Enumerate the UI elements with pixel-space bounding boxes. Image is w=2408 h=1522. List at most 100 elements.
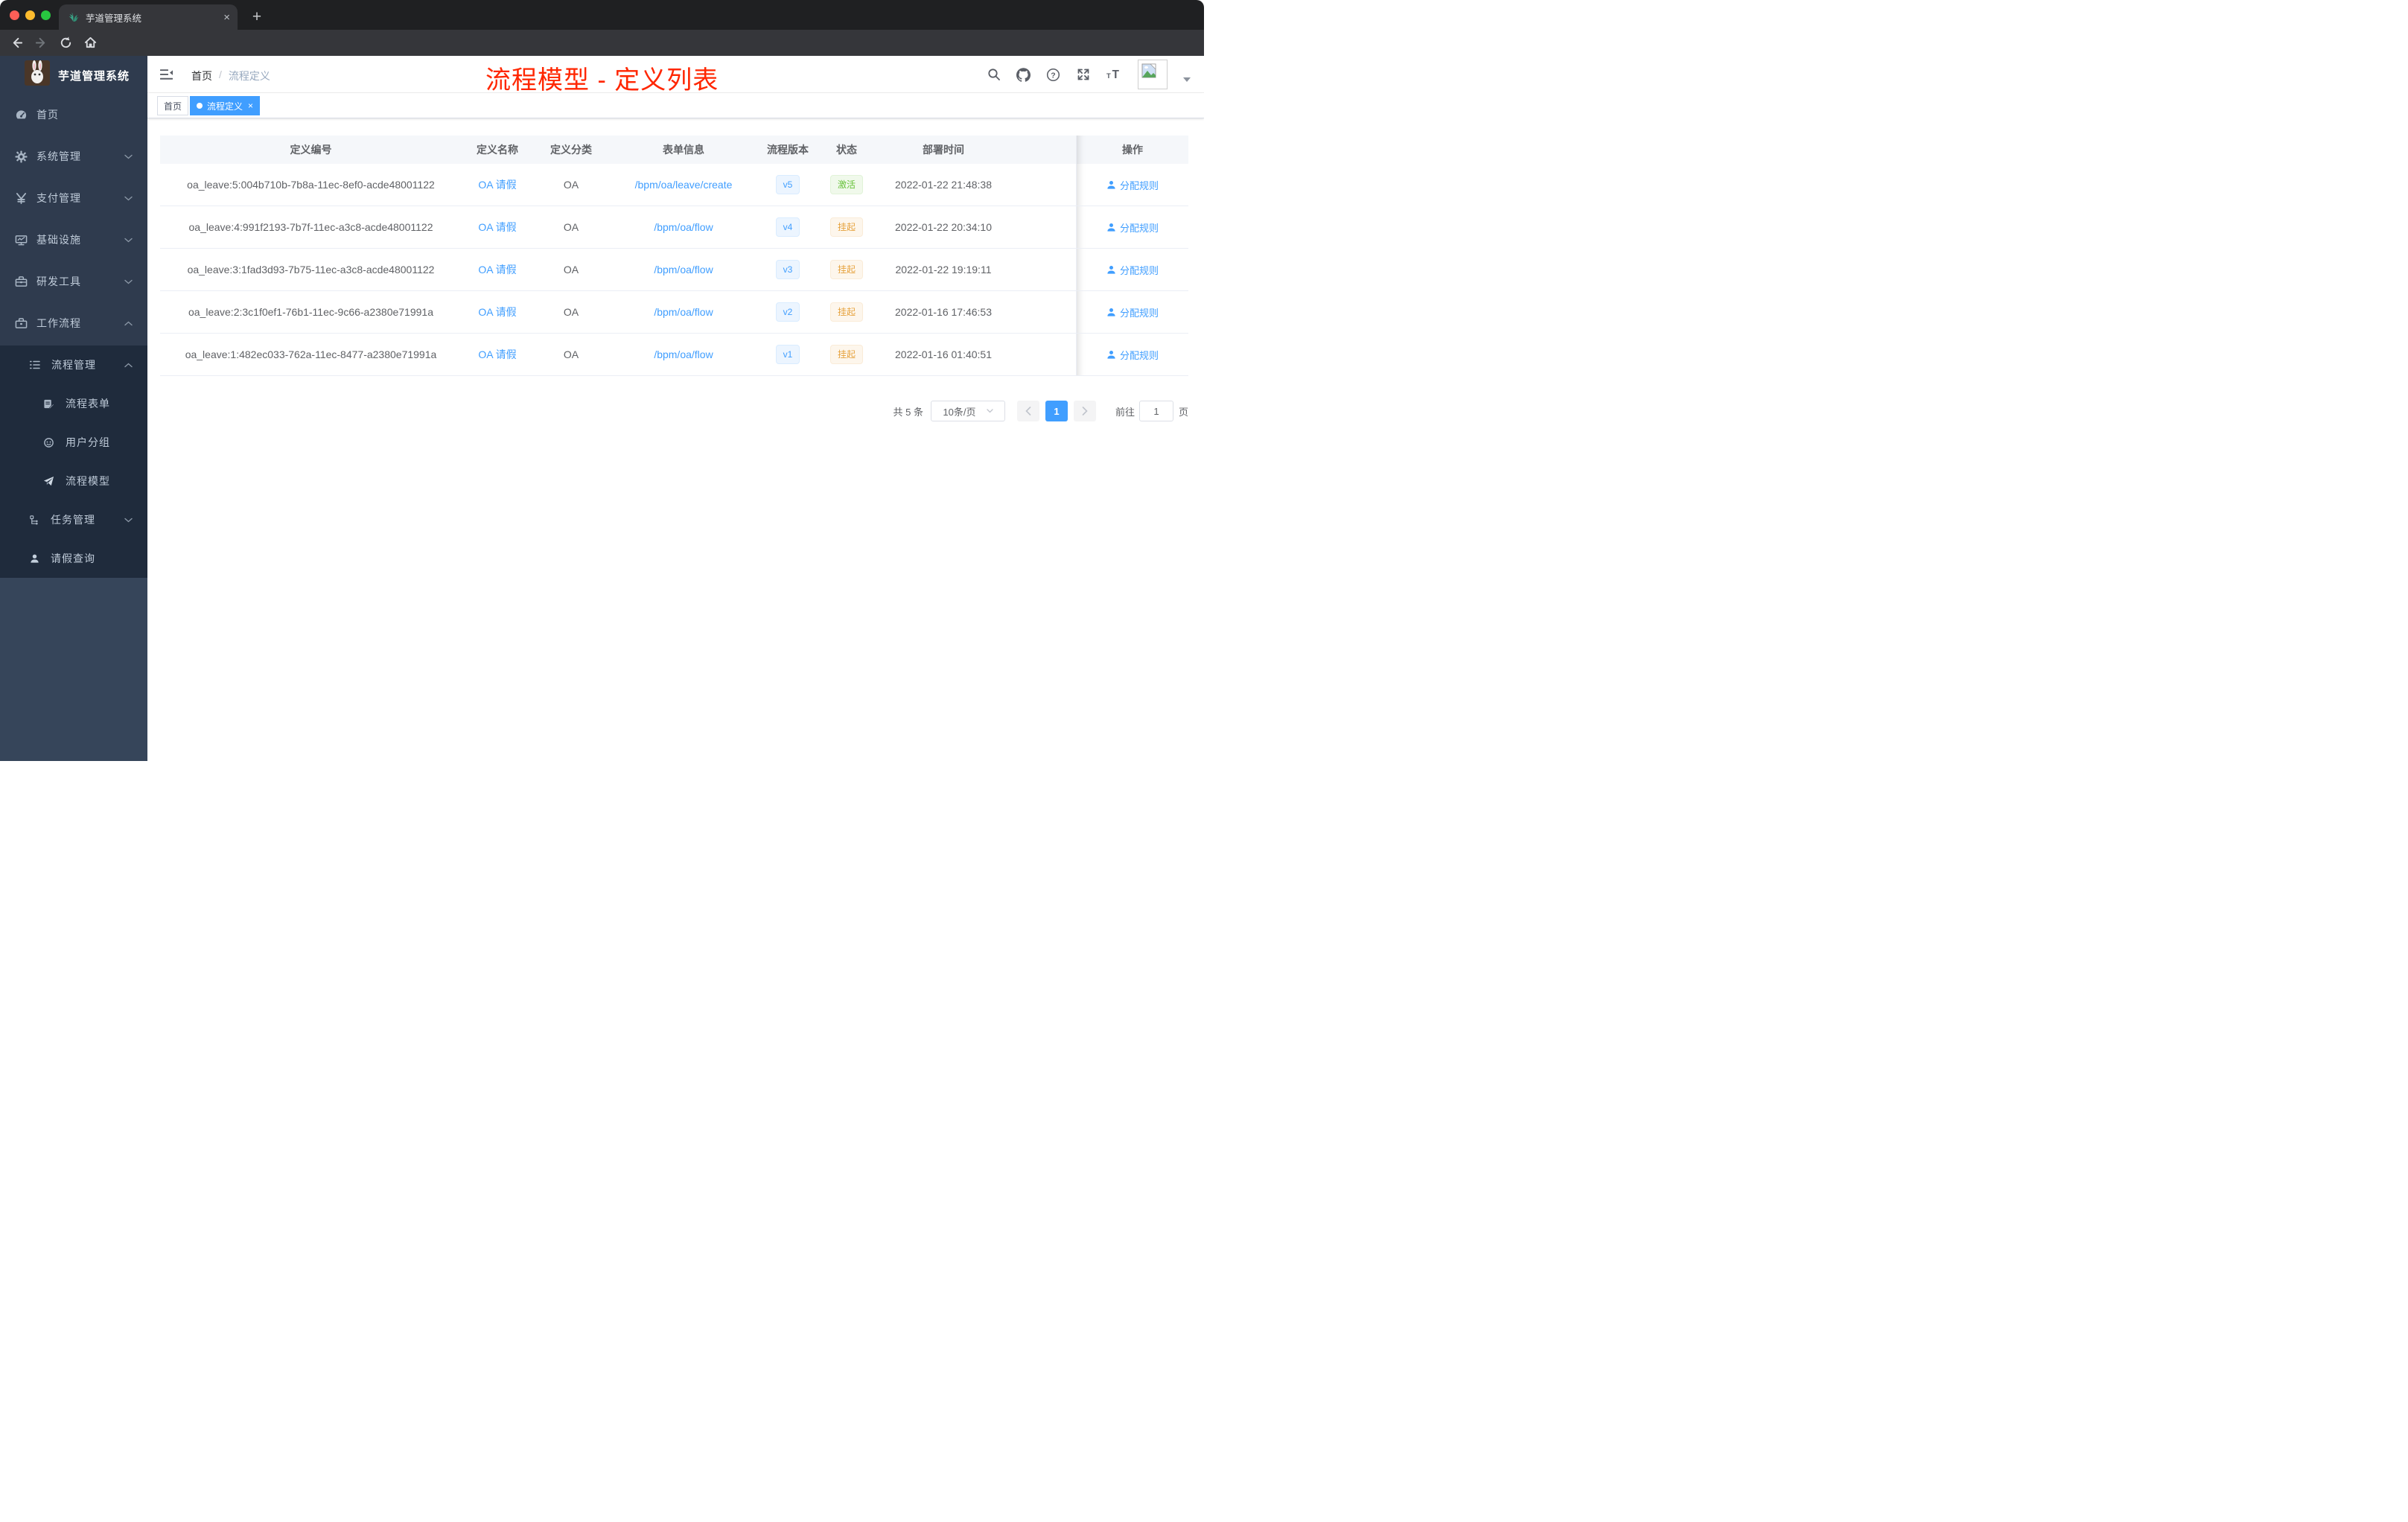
github-icon[interactable]	[1016, 67, 1031, 82]
avatar[interactable]	[1138, 60, 1168, 89]
goto-label: 前往	[1115, 406, 1135, 418]
definition-name-link[interactable]: OA 请假	[478, 347, 516, 362]
app-title: 芋道管理系统	[58, 70, 130, 83]
version-tag: v1	[775, 345, 800, 364]
table-row: oa_leave:4:991f2193-7b7f-11ec-a3c8-acde4…	[160, 206, 1188, 249]
table-header-row: 定义编号 定义名称 定义分类 表单信息 流程版本 状态 部署时间 操作	[160, 136, 1188, 164]
form-link[interactable]: /bpm/oa/flow	[654, 348, 713, 360]
sidebar-item-process-mgmt[interactable]: 流程管理	[0, 346, 147, 384]
minimize-window-button[interactable]	[25, 10, 35, 20]
col-definition-category: 定义分类	[550, 144, 592, 156]
assign-rule-link[interactable]: 分配规则	[1106, 220, 1159, 235]
prev-page-button[interactable]	[1016, 401, 1039, 421]
definition-category: OA	[563, 221, 579, 233]
definition-id: oa_leave:2:3c1f0ef1-76b1-11ec-9c66-a2380…	[188, 306, 433, 318]
deploy-time: 2022-01-16 01:40:51	[895, 348, 992, 360]
page-content: 定义编号 定义名称 定义分类 表单信息 流程版本 状态 部署时间 操作 oa_l…	[147, 118, 1204, 761]
hamburger-icon[interactable]	[160, 69, 173, 80]
table-row: oa_leave:3:1fad3d93-7b75-11ec-a3c8-acde4…	[160, 249, 1188, 291]
sidebar-item-process-form[interactable]: 流程表单	[0, 384, 147, 423]
sidebar-item-workflow[interactable]: 工作流程	[0, 302, 147, 344]
tab-close-icon[interactable]: ×	[223, 12, 230, 23]
sidebar-item-process-model[interactable]: 流程模型	[0, 462, 147, 500]
breadcrumb-current: 流程定义	[228, 70, 270, 82]
total-count: 共 5 条	[893, 406, 923, 418]
col-status: 状态	[836, 144, 857, 156]
definition-name-link[interactable]: OA 请假	[478, 177, 516, 192]
page-unit-label: 页	[1178, 406, 1188, 418]
search-icon[interactable]	[987, 68, 1001, 81]
definition-name-link[interactable]: OA 请假	[478, 220, 516, 235]
tag-close-icon[interactable]: ×	[248, 101, 253, 110]
definition-table: 定义编号 定义名称 定义分类 表单信息 流程版本 状态 部署时间 操作 oa_l…	[160, 136, 1188, 376]
paper-plane-icon	[43, 476, 54, 487]
assign-rule-link[interactable]: 分配规则	[1106, 178, 1159, 192]
status-badge: 挂起	[829, 217, 863, 237]
form-link[interactable]: /bpm/oa/flow	[654, 221, 713, 233]
favicon-plant-icon	[68, 12, 79, 23]
zoom-window-button[interactable]	[41, 10, 51, 20]
chevron-down-icon	[124, 279, 133, 284]
toolbox-icon	[15, 276, 28, 288]
browser-toolbar: 不安全 dashboard.yudao.iocoder.cn/bpm/manag…	[0, 30, 1204, 83]
status-badge: 激活	[829, 175, 863, 194]
table-row: oa_leave:1:482ec033-762a-11ec-8477-a2380…	[160, 334, 1188, 376]
page-size-select[interactable]: 10条/页	[930, 401, 1005, 421]
col-deploy-time: 部署时间	[923, 144, 964, 156]
back-icon[interactable]	[10, 36, 24, 50]
sidebar-item-leave-query[interactable]: 请假查询	[0, 539, 147, 578]
forward-icon[interactable]	[34, 36, 48, 50]
assign-rule-link[interactable]: 分配规则	[1106, 305, 1159, 319]
sidebar-logo[interactable]: 芋道管理系统	[0, 56, 147, 94]
assign-rule-link[interactable]: 分配规则	[1106, 263, 1159, 277]
sidebar-item-task-mgmt[interactable]: 任务管理	[0, 500, 147, 539]
definition-name-link[interactable]: OA 请假	[478, 305, 516, 319]
sidebar-item-system[interactable]: 系统管理	[0, 136, 147, 177]
form-link[interactable]: /bpm/oa/leave/create	[635, 179, 733, 191]
definition-category: OA	[563, 306, 579, 318]
deploy-time: 2022-01-22 21:48:38	[895, 179, 992, 191]
sidebar-item-infrastructure[interactable]: 基础设施	[0, 219, 147, 261]
assign-rule-link[interactable]: 分配规则	[1106, 348, 1159, 362]
tag-home[interactable]: 首页	[157, 96, 189, 115]
chevron-down-icon	[124, 196, 133, 201]
sidebar-item-user-group[interactable]: 用户分组	[0, 423, 147, 462]
sidebar-item-devtools[interactable]: 研发工具	[0, 261, 147, 302]
help-icon[interactable]: ?	[1046, 68, 1060, 82]
version-tag: v5	[775, 175, 800, 194]
font-size-icon[interactable]: TT	[1106, 68, 1122, 81]
fullscreen-icon[interactable]	[1076, 67, 1091, 82]
page-number-1[interactable]: 1	[1045, 401, 1068, 421]
definition-name-link[interactable]: OA 请假	[478, 262, 516, 277]
form-link[interactable]: /bpm/oa/flow	[654, 306, 713, 318]
table-row: oa_leave:2:3c1f0ef1-76b1-11ec-9c66-a2380…	[160, 291, 1188, 334]
definition-category: OA	[563, 179, 579, 191]
document-edit-icon	[43, 398, 54, 410]
goto-page-input[interactable]	[1138, 401, 1173, 421]
user-icon	[1107, 180, 1115, 189]
home-icon[interactable]	[83, 36, 98, 50]
sidebar-item-home[interactable]: 首页	[0, 94, 147, 136]
definition-category: OA	[563, 348, 579, 360]
breadcrumb-home[interactable]: 首页	[191, 69, 212, 83]
avatar-dropdown-caret-icon[interactable]	[1183, 77, 1191, 82]
monitor-icon	[15, 234, 28, 246]
deploy-time: 2022-01-22 19:19:11	[895, 264, 992, 276]
svg-text:T: T	[1112, 69, 1120, 81]
chevron-up-icon	[124, 321, 133, 326]
definition-id: oa_leave:3:1fad3d93-7b75-11ec-a3c8-acde4…	[187, 264, 435, 276]
browser-tab[interactable]: 芋道管理系统 ×	[59, 4, 238, 30]
sidebar-item-payment[interactable]: 支付管理	[0, 177, 147, 219]
reload-icon[interactable]	[59, 36, 73, 50]
chevron-down-icon	[124, 238, 133, 243]
user-icon	[1107, 350, 1115, 359]
gear-icon	[15, 150, 28, 163]
list-icon	[29, 359, 41, 371]
next-page-button[interactable]	[1073, 401, 1096, 421]
close-window-button[interactable]	[10, 10, 19, 20]
new-tab-button[interactable]: +	[246, 7, 267, 28]
definition-category: OA	[563, 264, 579, 276]
form-link[interactable]: /bpm/oa/flow	[654, 264, 713, 276]
col-actions: 操作	[1076, 136, 1188, 164]
tag-active-process-definition[interactable]: 流程定义 ×	[190, 96, 261, 115]
